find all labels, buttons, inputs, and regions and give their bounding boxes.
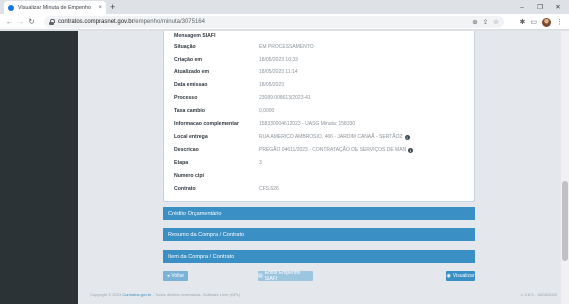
document-icon: ▤ (258, 273, 263, 279)
detail-value: 3 (259, 160, 262, 166)
globe-icon (8, 4, 14, 11)
section-item-compra[interactable]: Item da Compra / Contrato (163, 250, 475, 263)
detail-value: 18/05/2023 (259, 82, 285, 88)
detail-label: Atualizado em (174, 69, 210, 75)
detail-label: Data emissao (174, 82, 208, 88)
side-panel-icon[interactable]: ▭ (530, 18, 537, 26)
browser-tab[interactable]: Visualizar Minuta de Empenho × (4, 1, 106, 14)
close-window-button[interactable]: ✕ (549, 0, 567, 14)
detail-row: Descricao PREGÃO 04611/2023 - CONTRATAÇÃ… (174, 145, 464, 155)
detail-row: Data emissao 18/05/2023 (174, 80, 464, 90)
detail-value: EM PROCESSAMENTO (259, 43, 314, 50)
detail-row: Local entrega RUA AMERICO AMBROSIO, 466 … (174, 132, 464, 142)
detail-value: CFS.626 (259, 186, 279, 192)
app-sidebar (0, 31, 78, 304)
eye-icon: ◉ (446, 273, 451, 279)
detail-label: Criação em (174, 56, 202, 63)
info-icon[interactable]: i (404, 134, 410, 140)
browser-toolbar: ← → ↻ contratos.comprasnet.gov.br/empenh… (0, 14, 569, 30)
detail-row: Contrato CFS.626 (174, 184, 464, 194)
detail-label: Etapa (174, 160, 189, 166)
scrollbar[interactable] (561, 31, 569, 304)
browser-tabstrip: Visualizar Minuta de Empenho × + – ❐ ✕ (0, 0, 569, 14)
minuta-details-card: Mensagem SIAFI Situação EM PROCESSAMENTO… (163, 31, 475, 202)
detail-value: 18/05/2023 11:14 (259, 69, 298, 75)
detail-row: Mensagem SIAFI (174, 31, 464, 41)
footer-link[interactable]: Contratos.gov.br (122, 292, 151, 297)
close-tab-icon[interactable]: × (98, 5, 102, 11)
emitir-empenho-button[interactable]: ▤ Emitir Empenho SIAFI (258, 270, 313, 282)
detail-value: 158330004612023 - UASG Minuta: 158330 (259, 121, 356, 127)
detail-value: 0,0000 (259, 108, 275, 114)
extensions-icon[interactable]: ✱ (520, 18, 526, 26)
toolbar-right-icons: ✱ ▭ ⋮ (520, 16, 563, 28)
footer-copyright: Copyright © 2023 Contratos.gov.br - Todo… (90, 292, 242, 297)
detail-label: Contrato (174, 186, 196, 192)
detail-label: Processo (174, 95, 198, 101)
section-credito-orcamentario[interactable]: Crédito Orçamentário (163, 207, 475, 220)
detail-row: Atualizado em 18/05/2023 11:14 (174, 67, 464, 77)
forward-icon[interactable]: → (15, 16, 26, 28)
detail-row: Situação EM PROCESSAMENTO (174, 42, 464, 52)
detail-row: Processo 23089.008613/2023-41 (174, 93, 464, 103)
omnibox-icons: ⊕ ⇪ ☆ (472, 16, 499, 28)
detail-label: Taxa cambio (174, 108, 206, 114)
lock-icon[interactable] (49, 19, 55, 25)
back-button[interactable]: ◂ Voltar (163, 271, 188, 281)
back-button-label: Voltar (171, 273, 185, 279)
back-icon[interactable]: ← (4, 16, 15, 28)
detail-label: Informacao complementar (174, 121, 239, 127)
detail-value: 18/05/2023 10:33 (259, 56, 298, 63)
detail-value: PREGÃO 04611/2023 - CONTRATAÇÃO DE SERVI… (259, 147, 414, 153)
tab-title: Visualizar Minuta de Empenho (18, 4, 92, 11)
footer-version: v. 5.8.9 - 18/05/2023 (520, 292, 557, 297)
window-controls: – ❐ ✕ (513, 0, 567, 14)
detail-row: Etapa 3 (174, 158, 464, 168)
detail-row: Criação em 18/05/2023 10:33 (174, 55, 464, 65)
detail-row: Taxa cambio 0,0000 (174, 106, 464, 116)
menu-dots-icon[interactable]: ⋮ (556, 18, 563, 26)
minimize-button[interactable]: – (513, 0, 531, 14)
section-resumo-compra[interactable]: Resumo da Compra / Contrato (163, 228, 475, 241)
address-bar[interactable]: contratos.comprasnet.gov.br/empenho/minu… (44, 16, 504, 28)
arrow-left-icon: ◂ (166, 273, 170, 279)
reload-icon[interactable]: ↻ (26, 16, 37, 28)
scrollbar-thumb[interactable] (562, 181, 568, 261)
bookmark-star-icon[interactable]: ☆ (493, 18, 499, 26)
url-text[interactable]: contratos.comprasnet.gov.br/empenho/minu… (58, 19, 205, 25)
detail-value: RUA AMERICO AMBROSIO, 466 - JARDIM CANAÃ… (259, 134, 410, 140)
avatar[interactable] (542, 17, 551, 27)
detail-label: Descricao (174, 147, 199, 153)
emitir-empenho-label: Emitir Empenho SIAFI (264, 270, 301, 282)
restore-button[interactable]: ❐ (531, 0, 549, 14)
zoom-icon[interactable]: ⊕ (472, 18, 477, 26)
visualizar-button[interactable]: ◉ Visualizar (446, 271, 475, 281)
detail-row: Numero cipi (174, 171, 464, 181)
detail-label: Mensagem SIAFI (174, 33, 216, 39)
visualizar-label: Visualizar (452, 273, 475, 279)
info-icon[interactable]: i (408, 147, 414, 153)
detail-label: Numero cipi (174, 173, 204, 179)
share-icon[interactable]: ⇪ (483, 18, 488, 26)
new-tab-button[interactable]: + (110, 1, 115, 13)
detail-label: Situação (174, 43, 196, 50)
detail-value: 23089.008613/2023-41 (259, 95, 311, 101)
detail-row: Informacao complementar 158330004612023 … (174, 119, 464, 129)
detail-label: Local entrega (174, 134, 208, 140)
